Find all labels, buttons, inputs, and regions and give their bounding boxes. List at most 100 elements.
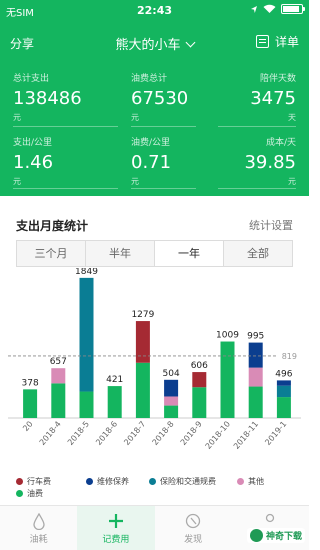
legend-label: 其他 [248, 477, 264, 486]
stat-cost-per-day: 成本/天 39.85 元 [244, 135, 296, 187]
x-tick-label: 2018-11 [232, 420, 260, 450]
stat-label: 油费总计 [131, 74, 168, 84]
bar-total-label: 1009 [216, 331, 239, 341]
wifi-icon [263, 4, 276, 13]
stat-days: 陪伴天数 3475 天 [250, 71, 296, 123]
legend-swatch [16, 490, 23, 497]
stat-value: 3475 [250, 88, 296, 109]
stat-cost-per-km: 支出/公里 1.46 元 [13, 135, 53, 187]
stat-unit: 元 [13, 113, 21, 122]
stat-unit: 元 [13, 177, 21, 186]
bar-segment-fuel [23, 389, 38, 418]
stat-divider [218, 188, 296, 189]
bar-segment-maintenance [276, 380, 291, 386]
stats-settings-link[interactable]: 统计设置 [249, 217, 293, 233]
bar-total-label: 504 [163, 369, 180, 379]
x-tick-label: 2018-7 [122, 420, 147, 447]
bar-total-label: 995 [247, 332, 264, 342]
nav-bar: 分享 熊大的小车 详单 [0, 30, 309, 56]
x-tick-label: 2018-4 [38, 420, 63, 447]
x-tick-label: 2018-8 [151, 420, 176, 447]
list-icon [255, 35, 269, 48]
stat-divider [13, 188, 118, 189]
stat-divider [131, 126, 196, 127]
bar-segment-fuel [276, 397, 291, 418]
tab-discover[interactable]: 发现 [155, 506, 232, 550]
tab-half-year[interactable]: 半年 [85, 241, 154, 266]
bar-segment-insurance [276, 385, 291, 398]
location-icon [251, 5, 257, 13]
legend-swatch [86, 478, 93, 485]
status-bar: 无SIM 22:43 [0, 0, 309, 22]
bar-segment-fuel [220, 341, 235, 418]
bar-segment-driving [135, 321, 150, 363]
bar-total-label: 1849 [75, 268, 98, 277]
bar-total-label: 421 [106, 375, 123, 385]
bar-segment-fuel [107, 386, 122, 418]
stat-divider [218, 126, 296, 127]
person-icon [266, 513, 275, 523]
stat-unit: 元 [131, 177, 139, 186]
compass-icon [185, 513, 201, 529]
detail-label: 详单 [274, 35, 299, 49]
tab-all[interactable]: 全部 [223, 241, 292, 266]
bar-segment-other [164, 396, 179, 406]
stat-label: 油费/公里 [131, 138, 171, 148]
period-selector: 三个月 半年 一年 全部 [16, 240, 293, 267]
stat-value: 138486 [13, 88, 82, 109]
bar-segment-driving [192, 372, 207, 388]
stat-total-spend: 总计支出 138486 元 [13, 71, 82, 123]
legend-swatch [149, 478, 156, 485]
average-line-label: 819 [282, 352, 297, 361]
droplet-icon [32, 512, 45, 530]
chart-title: 支出月度统计 [16, 219, 89, 233]
stat-value: 1.46 [13, 152, 54, 173]
legend-swatch [16, 478, 23, 485]
stat-unit: 元 [131, 113, 139, 122]
stat-value: 39.85 [244, 152, 296, 173]
detail-button[interactable]: 详单 [255, 33, 299, 50]
bar-total-label: 378 [22, 378, 39, 388]
tab-three-months[interactable]: 三个月 [17, 241, 85, 266]
tab-fuel-consumption[interactable]: 油耗 [0, 506, 77, 550]
stat-label: 陪伴天数 [259, 74, 296, 84]
bar-total-label: 1279 [131, 310, 154, 320]
bar-segment-fuel [164, 405, 179, 418]
x-tick-label: 2018-5 [66, 420, 91, 447]
tab-one-year[interactable]: 一年 [154, 241, 223, 266]
bar-total-label: 606 [191, 361, 208, 371]
legend-label: 行车费 [27, 477, 51, 486]
legend-label: 维修保养 [97, 477, 129, 486]
watermark: 神奇下载 [246, 528, 305, 543]
legend-swatch [237, 478, 244, 485]
stat-divider [131, 188, 196, 189]
watermark-logo [249, 529, 263, 542]
legend-item-driving: 行车费 [16, 476, 51, 487]
chevron-down-icon [185, 37, 195, 48]
legend-label: 保险和交通规费 [160, 477, 216, 486]
plus-icon [108, 514, 123, 528]
bar-segment-fuel [248, 386, 263, 418]
stat-value: 0.71 [131, 152, 172, 173]
bar-segment-other [248, 367, 263, 387]
stat-divider [13, 126, 118, 127]
stat-value: 67530 [131, 88, 189, 109]
legend-label: 油费 [27, 489, 43, 498]
stat-label: 成本/天 [265, 138, 296, 148]
tab-label: 发现 [184, 535, 203, 545]
legend-item-insurance: 保险和交通规费 [149, 476, 216, 487]
stat-label: 总计支出 [13, 74, 50, 84]
battery-icon [281, 4, 305, 14]
bar-segment-fuel [135, 362, 150, 418]
status-icons [250, 4, 305, 14]
car-name: 熊大的小车 [115, 38, 181, 53]
bar-segment-insurance [79, 277, 94, 392]
bar-segment-maintenance [248, 342, 263, 368]
stat-label: 支出/公里 [13, 138, 53, 148]
stat-fuel-per-km: 油费/公里 0.71 元 [131, 135, 171, 187]
x-tick-label: 2018-10 [204, 420, 232, 450]
x-tick-label: 20 [21, 420, 34, 434]
stat-fuel-total: 油费总计 67530 元 [131, 71, 188, 123]
legend-item-maintenance: 维修保养 [86, 476, 129, 487]
tab-record-expense[interactable]: 记费用 [77, 506, 155, 550]
